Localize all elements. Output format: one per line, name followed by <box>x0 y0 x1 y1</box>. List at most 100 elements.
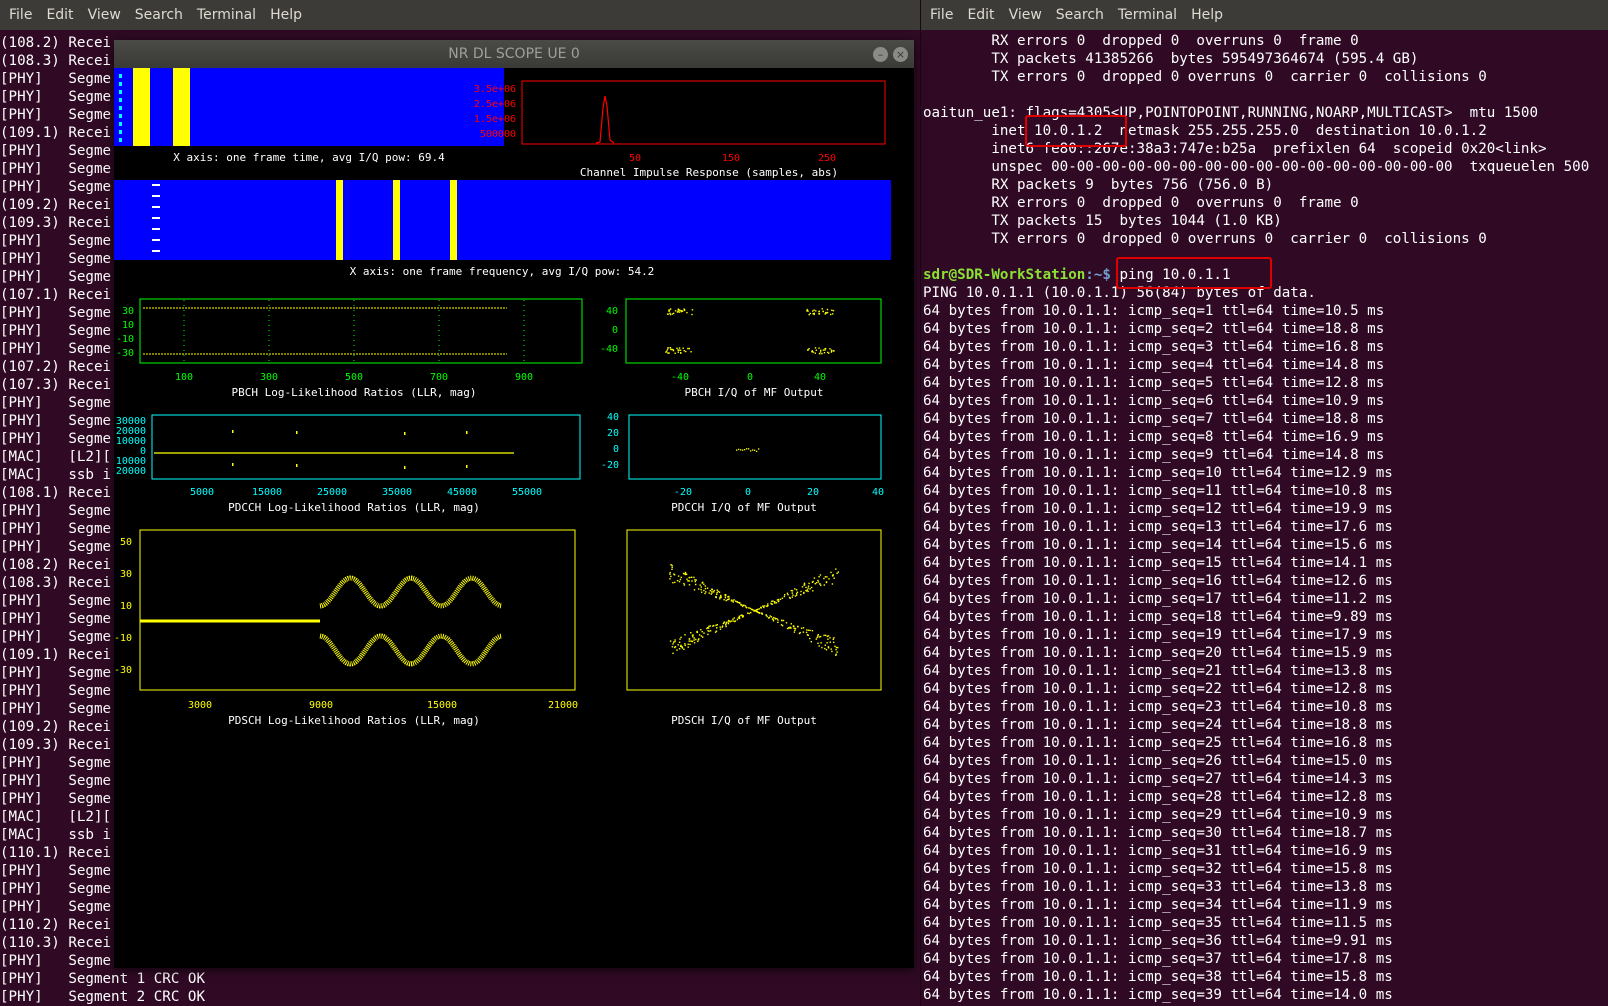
menu-item-terminal[interactable]: Terminal <box>190 7 263 23</box>
pdcch-iq-frame <box>628 414 882 480</box>
ifconfig-line: oaitun_ue1: flags=4305<UP,POINTOPOINT,RU… <box>923 105 1538 121</box>
pdsch-iq-point <box>686 578 688 580</box>
pdsch-iq-point <box>713 589 715 592</box>
nr-dl-scope-window[interactable]: NR DL SCOPE UE 0 – × X axis: one frame t… <box>114 40 914 968</box>
pdsch-iq-point <box>831 583 834 585</box>
pdsch-iq-point <box>826 642 828 644</box>
ifconfig-line: RX errors 0 dropped 0 overruns 0 frame 0 <box>923 195 1359 211</box>
menu-item-edit[interactable]: Edit <box>960 7 1001 23</box>
pbch-iq-point <box>811 350 813 353</box>
pbch-iq-x-tick: 40 <box>814 372 826 383</box>
menu-item-view[interactable]: View <box>1002 7 1049 23</box>
pdsch-llr-lower-trace <box>319 633 503 667</box>
pdsch-iq-point <box>672 643 674 645</box>
ping-reply-line: 64 bytes from 10.0.1.1: icmp_seq=11 ttl=… <box>923 483 1393 499</box>
pdsch-iq-point <box>835 648 837 651</box>
menu-item-terminal[interactable]: Terminal <box>1111 7 1184 23</box>
pdsch-iq-point <box>716 592 718 594</box>
pdsch-iq-point <box>684 643 686 645</box>
pdsch-iq-point <box>751 609 754 611</box>
pbch-iq-point <box>814 352 816 354</box>
pdsch-iq-point <box>758 608 760 610</box>
pdsch-llr-y-tick: 50 <box>120 537 132 548</box>
pbch-iq-point <box>819 351 822 353</box>
menu-item-file[interactable]: File <box>2 7 39 23</box>
menu-item-file[interactable]: File <box>923 7 960 23</box>
pdsch-iq-point <box>824 634 827 636</box>
pdsch-iq-point <box>716 589 718 591</box>
pdsch-iq-point <box>700 629 702 631</box>
pdsch-iq-point <box>725 624 727 626</box>
pbch-iq-point <box>676 311 679 313</box>
cir-y-tick: 1.5e+06 <box>474 114 516 125</box>
pbch-iq-point <box>806 310 808 312</box>
pdsch-iq-point <box>691 634 694 636</box>
pdsch-iq-point <box>786 592 789 594</box>
pbch-iq-point <box>680 352 682 354</box>
pdsch-iq-point <box>700 586 702 588</box>
pdsch-iq-point <box>806 634 809 636</box>
pdsch-llr-x-tick: 3000 <box>188 700 212 711</box>
pdsch-iq-point <box>688 640 690 642</box>
pdsch-iq-point <box>716 627 718 629</box>
cir-x-tick: 150 <box>722 153 740 164</box>
pdsch-iq-point <box>773 602 776 604</box>
pdsch-iq-point <box>749 607 751 610</box>
pdsch-iq-point <box>745 606 747 608</box>
pbch-llr-caption: PBCH Log-Likelihood Ratios (LLR, mag) <box>231 386 476 399</box>
menu-item-help[interactable]: Help <box>263 7 309 23</box>
ping-reply-line: 64 bytes from 10.0.1.1: icmp_seq=12 ttl=… <box>923 501 1393 517</box>
pdcch-llr-point <box>232 430 234 433</box>
pdsch-iq-point <box>767 617 770 619</box>
pbch-iq-point <box>812 310 814 312</box>
pdsch-iq-point <box>698 588 700 590</box>
minimize-icon[interactable]: – <box>873 47 888 62</box>
menu-item-search[interactable]: Search <box>128 7 190 23</box>
pdsch-llr-y-tick: 30 <box>120 569 132 580</box>
menu-item-help[interactable]: Help <box>1184 7 1230 23</box>
pbch-iq-point <box>667 352 669 354</box>
ping-reply-line: 64 bytes from 10.0.1.1: icmp_seq=10 ttl=… <box>923 465 1393 481</box>
pdsch-iq-point <box>750 611 752 614</box>
pdsch-iq-point <box>816 636 818 639</box>
pdcch-iq-y-tick: 40 <box>607 412 619 423</box>
pdsch-iq-point <box>798 632 801 635</box>
pbch-iq-point <box>812 351 814 353</box>
pdsch-iq-point <box>695 583 697 586</box>
pdsch-iq-point <box>687 580 689 582</box>
pdsch-iq-point <box>671 568 673 570</box>
pdsch-iq-point <box>710 593 712 595</box>
pbch-iq-point <box>815 349 818 351</box>
pdsch-iq-point <box>780 624 783 626</box>
pdsch-iq-point <box>693 576 695 579</box>
pdsch-iq-point <box>834 645 836 647</box>
pdsch-iq-point <box>824 647 826 650</box>
pdsch-iq-point <box>688 580 690 582</box>
pbch-iq-point <box>676 347 678 350</box>
ping-reply-line: 64 bytes from 10.0.1.1: icmp_seq=3 ttl=6… <box>923 339 1385 355</box>
close-icon[interactable]: × <box>893 47 908 62</box>
pbch-iq-point <box>815 310 817 312</box>
pdsch-iq-point <box>705 591 707 593</box>
ifconfig-line: RX errors 0 dropped 0 overruns 0 frame 0 <box>923 33 1359 49</box>
pdsch-iq-point <box>732 618 734 620</box>
pdsch-iq-point <box>734 620 737 622</box>
pdsch-iq-point <box>724 597 727 599</box>
pdsch-iq-point <box>785 622 788 624</box>
pdsch-iq-point <box>716 624 718 626</box>
time-spectrum-dot <box>119 98 122 102</box>
menu-item-edit[interactable]: Edit <box>39 7 80 23</box>
pdsch-iq-point <box>754 610 757 612</box>
pbch-iq-x-tick: 0 <box>747 372 753 383</box>
menu-item-view[interactable]: View <box>81 7 128 23</box>
ping-reply-line: 64 bytes from 10.0.1.1: icmp_seq=28 ttl=… <box>923 789 1393 805</box>
pdsch-iq-point <box>781 597 784 599</box>
pdsch-iq-point <box>720 596 722 599</box>
right-terminal-window[interactable]: File Edit View Search Terminal Help RX errors… <box>920 0 1608 1006</box>
scope-titlebar[interactable]: NR DL SCOPE UE 0 – × <box>114 40 914 68</box>
log-line: [PHY] Segment 2 CRC OK <box>0 989 205 1005</box>
pdsch-iq-point <box>828 578 830 580</box>
menu-item-search[interactable]: Search <box>1049 7 1111 23</box>
pdsch-iq-point <box>748 612 750 615</box>
pdsch-iq-point <box>766 605 768 607</box>
